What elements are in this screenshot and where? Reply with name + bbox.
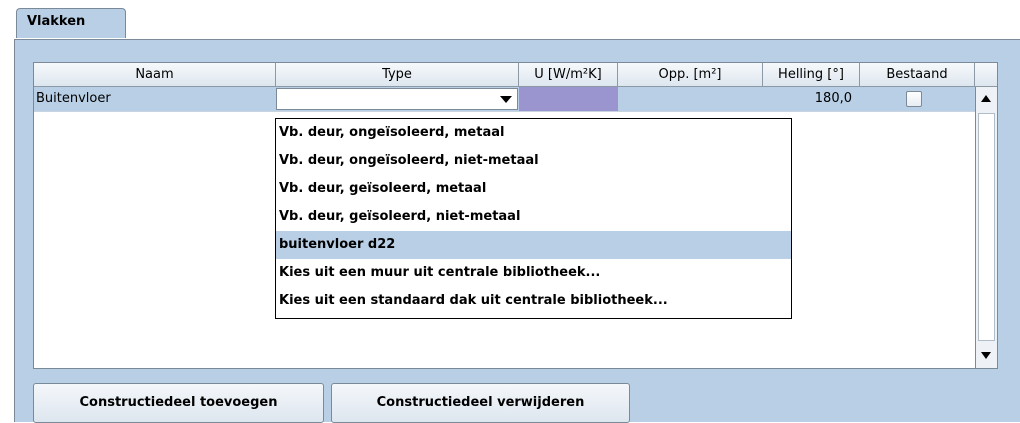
dropdown-option[interactable]: Kies uit een muur uit centrale bibliothe…: [276, 259, 791, 287]
header-corner: [975, 63, 997, 87]
dropdown-option-selected[interactable]: buitenvloer d22: [276, 231, 791, 259]
table-row[interactable]: Buitenvloer 180,0: [34, 87, 975, 112]
dropdown-option[interactable]: Vb. deur, geïsoleerd, metaal: [276, 175, 791, 203]
vertical-scrollbar[interactable]: [975, 87, 997, 368]
column-header-opp[interactable]: Opp. [m²]: [618, 63, 763, 87]
tab-strip: Vlakken: [14, 8, 1020, 40]
cell-u[interactable]: [519, 87, 618, 111]
cell-naam[interactable]: Buitenvloer: [36, 87, 274, 111]
column-header-u[interactable]: U [W/m²K]: [519, 63, 618, 87]
column-header-type[interactable]: Type: [276, 63, 519, 87]
remove-constructiedeel-button[interactable]: Constructiedeel verwijderen: [331, 383, 630, 423]
dropdown-option[interactable]: Kies uit een standaard dak uit centrale …: [276, 287, 791, 315]
column-header-bestaand[interactable]: Bestaand: [860, 63, 975, 87]
add-constructiedeel-button[interactable]: Constructiedeel toevoegen: [33, 383, 324, 423]
dropdown-option[interactable]: Vb. deur, geïsoleerd, niet-metaal: [276, 203, 791, 231]
scroll-up-button[interactable]: [976, 89, 997, 109]
column-header-naam[interactable]: Naam: [34, 63, 276, 87]
arrow-down-icon: [981, 352, 991, 359]
cell-helling[interactable]: 180,0: [763, 87, 856, 111]
column-header-helling[interactable]: Helling [°]: [763, 63, 860, 87]
scroll-down-button[interactable]: [976, 346, 997, 366]
type-combobox[interactable]: [276, 88, 518, 110]
bestaand-checkbox[interactable]: [906, 91, 922, 107]
scroll-track[interactable]: [978, 113, 995, 341]
arrow-up-icon: [981, 95, 991, 102]
cell-opp[interactable]: [618, 87, 763, 111]
tab-label: Vlakken: [27, 14, 86, 29]
tab-vlakken[interactable]: Vlakken: [16, 8, 126, 38]
dropdown-option[interactable]: Vb. deur, ongeïsoleerd, niet-metaal: [276, 147, 791, 175]
type-dropdown-list: Vb. deur, ongeïsoleerd, metaal Vb. deur,…: [275, 118, 792, 319]
chevron-down-icon[interactable]: [500, 96, 512, 103]
dropdown-option[interactable]: Vb. deur, ongeïsoleerd, metaal: [276, 119, 791, 147]
